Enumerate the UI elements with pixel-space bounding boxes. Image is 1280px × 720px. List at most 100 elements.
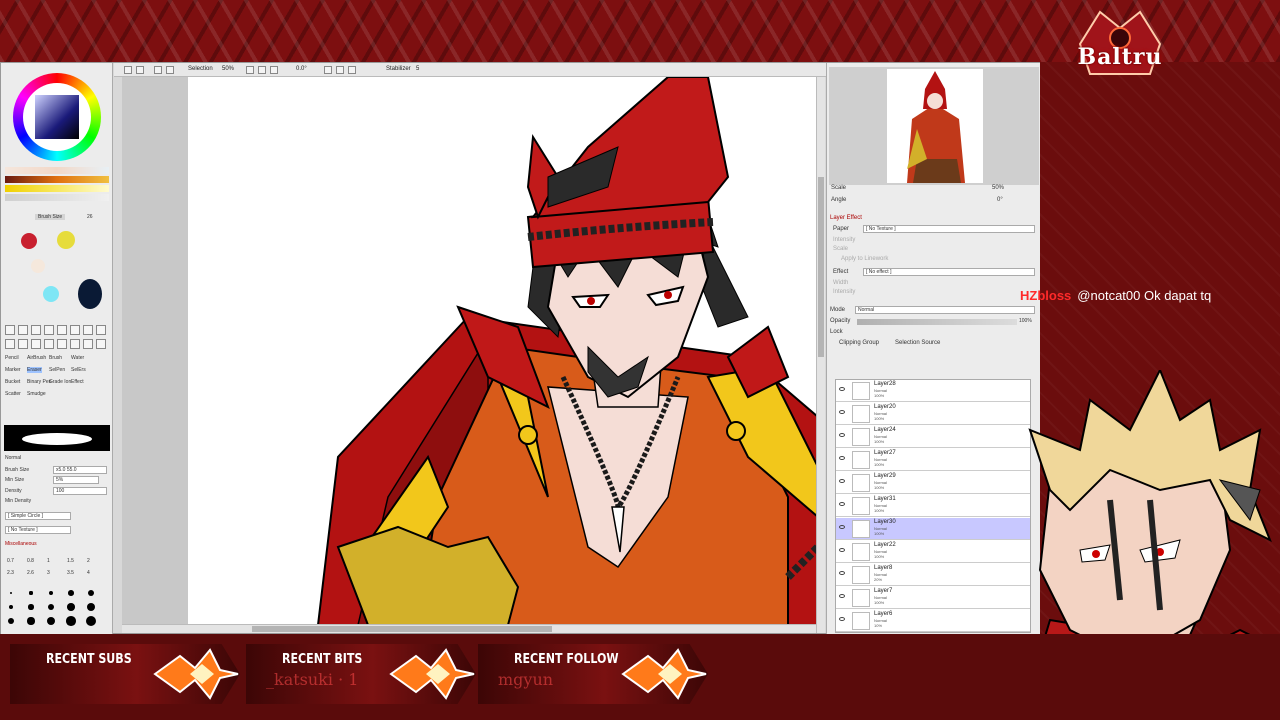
eye-icon[interactable] — [839, 502, 845, 506]
eye-icon[interactable] — [839, 525, 845, 529]
tool-name-0[interactable]: Pencil — [5, 355, 19, 361]
layer-row[interactable]: Layer20 Normal 100% — [836, 403, 1030, 425]
toolbar-button[interactable] — [166, 66, 174, 74]
brush-dot[interactable] — [67, 603, 75, 611]
tool-name-5[interactable]: Eraser — [27, 367, 42, 373]
tool-icon[interactable] — [83, 339, 93, 349]
brush-dot[interactable] — [85, 615, 97, 627]
effect-select[interactable]: [ No effect ] — [863, 268, 1035, 276]
toolbar-button[interactable] — [136, 66, 144, 74]
selection-source-label[interactable]: Selection Source — [895, 340, 940, 346]
tool-icon[interactable] — [31, 325, 41, 335]
brush-dot[interactable] — [27, 617, 35, 625]
eye-icon[interactable] — [839, 479, 845, 483]
layer-row[interactable]: Layer8 Normal 20% — [836, 564, 1030, 586]
canvas-area[interactable] — [122, 77, 818, 625]
tool-icon[interactable] — [83, 325, 93, 335]
color-wheel[interactable] — [13, 73, 101, 161]
angle-value[interactable]: 0° — [997, 197, 1003, 203]
horizontal-scroll-thumb[interactable] — [252, 626, 552, 632]
apply-linework-label[interactable]: Apply to Linework — [841, 256, 888, 262]
zoom-value[interactable]: 50% — [222, 66, 234, 72]
brush-shape-select[interactable]: [ Simple Circle ] — [5, 512, 71, 520]
vertical-scroll-thumb[interactable] — [818, 177, 824, 357]
eye-icon[interactable] — [839, 387, 845, 391]
layer-effect-label[interactable]: Layer Effect — [830, 215, 862, 221]
tool-icon[interactable] — [18, 339, 28, 349]
brush-dot[interactable] — [29, 591, 33, 595]
color-bar-1[interactable] — [5, 167, 109, 174]
tool-name-6[interactable]: SelPen — [49, 367, 65, 373]
navigator-preview[interactable] — [887, 69, 983, 183]
tool-name-2[interactable]: Brush — [49, 355, 62, 361]
tool-name-1[interactable]: AirBrush — [27, 355, 46, 361]
tool-icon[interactable] — [18, 325, 28, 335]
eye-icon[interactable] — [839, 617, 845, 621]
navigator[interactable] — [829, 67, 1039, 185]
brush-dot[interactable] — [9, 605, 13, 609]
zoom-in-button[interactable] — [246, 66, 254, 74]
swatch-red[interactable] — [21, 233, 37, 249]
layer-row[interactable]: Layer24 Normal 100% — [836, 426, 1030, 448]
eye-icon[interactable] — [839, 594, 845, 598]
layer-row[interactable]: Layer28 Normal 100% — [836, 380, 1030, 402]
paper-select[interactable]: [ No Texture ] — [863, 225, 1035, 233]
color-bar-2[interactable] — [5, 176, 109, 183]
clipping-group-label[interactable]: Clipping Group — [839, 340, 879, 346]
opacity-slider[interactable] — [857, 319, 1017, 325]
tool-name-4[interactable]: Marker — [5, 367, 21, 373]
tool-name-9[interactable]: Binary Pen — [27, 379, 51, 385]
brush-dot[interactable] — [68, 590, 74, 596]
tool-name-7[interactable]: SelErs — [71, 367, 86, 373]
swatch-navy[interactable] — [78, 279, 102, 309]
tool-icon[interactable] — [5, 325, 15, 335]
tool-name-10[interactable]: Grade Ion — [49, 379, 71, 385]
tool-name-3[interactable]: Water — [71, 355, 84, 361]
min-size-field[interactable]: 5% — [53, 476, 99, 484]
tool-icon[interactable] — [31, 339, 41, 349]
brush-dot[interactable] — [46, 616, 56, 626]
layer-row[interactable]: Layer31 Normal 100% — [836, 495, 1030, 517]
eye-icon[interactable] — [839, 433, 845, 437]
eye-icon[interactable] — [839, 410, 845, 414]
brush-dot[interactable] — [87, 589, 95, 597]
toolbar-button[interactable] — [154, 66, 162, 74]
brush-size-field[interactable]: x5.0 55.0 — [53, 466, 107, 474]
eye-icon[interactable] — [839, 548, 845, 552]
brush-dot[interactable] — [28, 604, 34, 610]
brush-texture-select[interactable]: [ No Texture ] — [5, 526, 71, 534]
swatch-cyan[interactable] — [43, 286, 59, 302]
layer-list[interactable]: Layer28 Normal 100% Layer20 Normal 100% Layer2… — [835, 379, 1031, 633]
blend-mode-label[interactable]: Normal — [5, 455, 21, 461]
tool-icon[interactable] — [96, 339, 106, 349]
brush-dot[interactable] — [48, 590, 54, 596]
zoom-out-button[interactable] — [258, 66, 266, 74]
swatch-yellow[interactable] — [57, 231, 75, 249]
color-square[interactable] — [35, 95, 79, 139]
canvas-vertical-scrollbar[interactable] — [816, 77, 825, 633]
tool-name-12[interactable]: Scatter — [5, 391, 21, 397]
tool-icon[interactable] — [44, 325, 54, 335]
tool-icon[interactable] — [70, 339, 80, 349]
tool-name-13[interactable]: Smudge — [27, 391, 46, 397]
brush-dot[interactable] — [86, 602, 96, 612]
scale-value[interactable]: 50% — [992, 185, 1004, 191]
tool-name-8[interactable]: Bucket — [5, 379, 20, 385]
toolbar-button[interactable] — [124, 66, 132, 74]
layer-row[interactable]: Layer27 Normal 100% — [836, 449, 1030, 471]
brush-dot[interactable] — [8, 618, 14, 624]
eye-icon[interactable] — [839, 456, 845, 460]
tool-icon[interactable] — [70, 325, 80, 335]
eye-icon[interactable] — [839, 571, 845, 575]
brush-dot[interactable] — [66, 616, 76, 626]
blend-mode-select[interactable]: Normal — [855, 306, 1035, 314]
layer-row[interactable]: Layer22 Normal 100% — [836, 541, 1030, 563]
swatch-skin[interactable] — [31, 259, 45, 273]
layer-row[interactable]: Layer6 Normal 10% — [836, 610, 1030, 632]
rotate-reset-button[interactable] — [348, 66, 356, 74]
canvas-horizontal-scrollbar[interactable] — [122, 624, 816, 633]
rotate-left-button[interactable] — [324, 66, 332, 74]
brush-dot[interactable] — [47, 603, 55, 611]
tool-icon[interactable] — [96, 325, 106, 335]
layer-row[interactable]: Layer7 Normal 100% — [836, 587, 1030, 609]
